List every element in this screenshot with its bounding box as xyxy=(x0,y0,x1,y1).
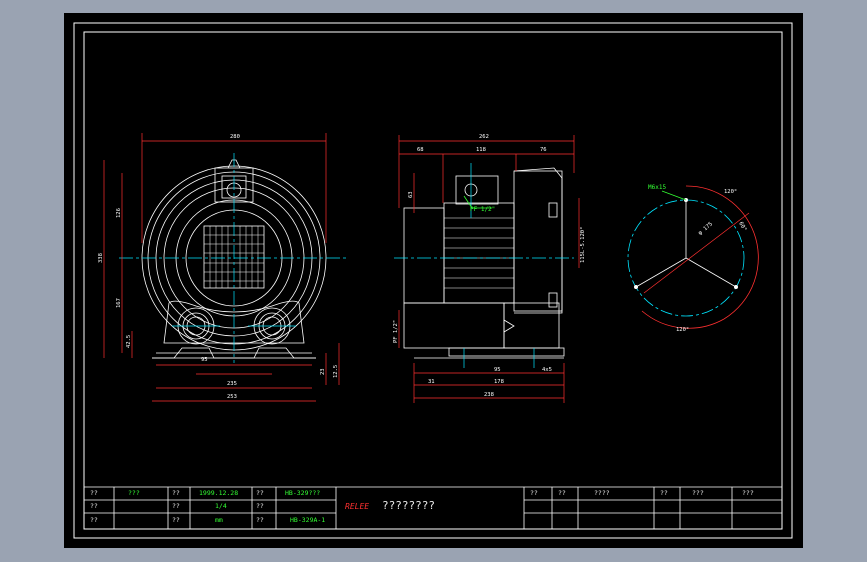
flange-view xyxy=(627,185,759,329)
dim-right-label: 115L-5.120° xyxy=(580,227,586,263)
bolt-label: M6x15 xyxy=(648,184,666,191)
tb-r3c3: ?? xyxy=(172,516,180,524)
tb-r2c5: ?? xyxy=(256,502,264,510)
tb-right-c3: ???? xyxy=(594,489,610,497)
dim-side-b: 118 xyxy=(476,147,486,153)
dim-base-small2: 12.5 xyxy=(333,365,339,378)
tb-r2c4: 1/4 xyxy=(215,502,227,510)
tb-r1c6: HB-329??? xyxy=(285,489,321,497)
dim-side-a: 68 xyxy=(417,147,424,153)
tb-right-c4: ?? xyxy=(660,489,668,497)
dimension-texts: 280 95 235 253 338 126 167 42.5 23 12.5 … xyxy=(98,134,747,400)
dim-top-width: 280 xyxy=(230,134,240,140)
tb-right-c6: ??? xyxy=(742,489,754,497)
dim-width-bottom: 95 xyxy=(201,357,208,363)
flange-angle-60: 60° xyxy=(737,221,747,233)
dim-height-total: 338 xyxy=(98,253,104,263)
dim-pf-lower: PF 1/2" xyxy=(393,320,399,343)
front-centerlines xyxy=(119,153,349,363)
tb-r2c1: ?? xyxy=(90,502,98,510)
dim-left-upper: 63 xyxy=(408,191,414,198)
pf-label: PF 1/2" xyxy=(470,206,495,213)
tb-r3c1: ?? xyxy=(90,516,98,524)
side-view xyxy=(403,167,565,359)
dim-base-small: 23 xyxy=(320,368,326,375)
cad-drawing: 280 95 235 253 338 126 167 42.5 23 12.5 … xyxy=(73,22,793,539)
dim-side-c: 76 xyxy=(540,147,547,153)
flange-angle-bottom: 120° xyxy=(676,327,689,333)
side-dimensions xyxy=(398,135,580,403)
dim-bottom-c: 178 xyxy=(494,379,504,385)
tb-r1c2: ??? xyxy=(128,489,140,497)
inner-border xyxy=(83,31,783,530)
dim-bottom-total: 238 xyxy=(484,392,494,398)
flange-diameter: φ 175 xyxy=(697,221,714,236)
green-labels: PF 1/2" M6x15 xyxy=(470,184,666,213)
dim-width-total: 253 xyxy=(227,394,237,400)
tb-right-c2: ?? xyxy=(558,489,566,497)
tb-r1c3: ?? xyxy=(172,489,180,497)
dim-height-lower: 167 xyxy=(116,298,122,308)
tb-r3c5: ?? xyxy=(256,516,264,524)
tb-r2c3: ?? xyxy=(172,502,180,510)
brand-logo: RELEE xyxy=(345,502,370,511)
tb-r3c4: mm xyxy=(215,516,223,524)
tb-r1c1: ?? xyxy=(90,489,98,497)
tb-right-c5: ??? xyxy=(692,489,704,497)
outer-border xyxy=(73,22,793,539)
dim-width-mid: 235 xyxy=(227,381,237,387)
drawing-title: ???????? xyxy=(382,499,435,512)
tb-r1c4: 1999.12.28 xyxy=(199,489,239,497)
dim-height-upper: 126 xyxy=(116,208,122,218)
tb-r1c5: ?? xyxy=(256,489,264,497)
dim-bottom-d: 4x5 xyxy=(542,367,552,373)
dim-side-total: 262 xyxy=(479,134,489,140)
dim-left-small: 42.5 xyxy=(126,335,132,348)
drawing-sheet: 280 95 235 253 338 126 167 42.5 23 12.5 … xyxy=(64,13,803,548)
flange-angle-120: 120° xyxy=(724,189,737,195)
side-centerlines xyxy=(394,163,574,368)
tb-r3c6: HB-329A-1 xyxy=(290,516,326,524)
tb-right-c1: ?? xyxy=(530,489,538,497)
dim-bottom-a: 31 xyxy=(428,379,435,385)
dim-bottom-b: 95 xyxy=(494,367,501,373)
